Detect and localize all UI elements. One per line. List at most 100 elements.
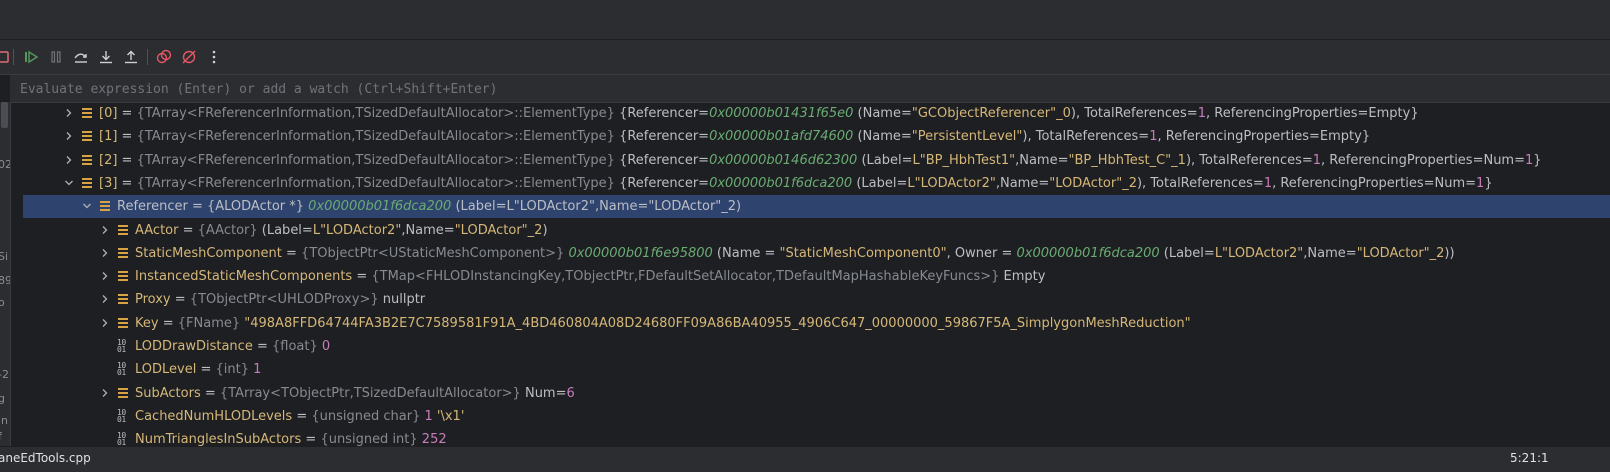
view-breakpoints-icon[interactable] (155, 48, 173, 66)
tree-row-text: InstancedStaticMeshComponents = {TMap<FH… (135, 265, 1045, 288)
value-segment: {TArray<FReferencerInformation,TSizedDef… (136, 153, 620, 168)
tree-row[interactable]: [1] = {TArray<FReferencerInformation,TSi… (11, 125, 1610, 148)
chevron-right-icon[interactable] (99, 293, 111, 305)
evaluate-expression-input[interactable] (18, 75, 1582, 103)
value-segment: L"LODActor2" (1214, 246, 1304, 261)
tree-row[interactable]: Proxy = {TObjectPtr<UHLODProxy>} nullptr (11, 288, 1610, 311)
tree-row-text: NumTrianglesInSubActors = {unsigned int}… (135, 428, 447, 446)
chevron-right-icon[interactable] (63, 130, 75, 142)
value-segment: (Name= (853, 129, 912, 144)
tree-row-text: SubActors = {TArray<TObjectPtr,TSizedDef… (135, 382, 575, 405)
value-segment: CachedNumHLODLevels (135, 409, 293, 424)
value-segment: [1] (99, 129, 118, 144)
chevron-right-icon[interactable] (99, 247, 111, 259)
status-file-name[interactable]: aneEdTools.cpp (0, 451, 91, 465)
tree-row[interactable]: SubActors = {TArray<TObjectPtr,TSizedDef… (11, 382, 1610, 405)
value-segment: Empty (1003, 269, 1046, 284)
chevron-right-icon[interactable] (63, 154, 75, 166)
value-segment: = (117, 176, 137, 191)
value-segment: {unsigned int} (320, 432, 422, 446)
value-segment: Key (135, 316, 159, 331)
step-into-icon[interactable] (97, 48, 115, 66)
value-segment: = (196, 362, 216, 377)
clipped-text: g (0, 392, 5, 405)
left-scrollbar-thumb[interactable] (1, 102, 8, 128)
clipped-text: f (0, 430, 2, 443)
value-segment: 0x00000b0146d62300 (709, 153, 858, 168)
tree-row-text: StaticMeshComponent = {TObjectPtr<UStati… (135, 242, 1455, 265)
value-segment: , ReferencingProperties=Empty} (1205, 106, 1419, 121)
primitive-field-icon: 10 01 (117, 338, 126, 354)
tree-row[interactable]: Key = {FName} "498A8FFD64744FA3B2E7C7589… (11, 312, 1610, 335)
value-segment: {float} (272, 339, 322, 354)
tree-row-text: AActor = {AActor} (Label=L"LODActor2",Na… (135, 219, 548, 242)
value-segment: {TMap<FHLODInstancingKey,TObjectPtr,FDef… (371, 269, 1004, 284)
more-options-icon[interactable] (205, 48, 223, 66)
tree-row[interactable]: 10 01 LODDrawDistance = {float} 0 (11, 335, 1610, 358)
value-segment: L"BP_HbhTest1" (912, 153, 1016, 168)
tree-row-text: [3] = {TArray<FReferencerInformation,TSi… (99, 172, 1493, 195)
step-out-icon[interactable] (122, 48, 140, 66)
value-segment: 0x00000b01f6dca200 (709, 176, 853, 191)
value-segment: SubActors (135, 386, 201, 401)
value-segment: "GCObjectReferencer"_0 (911, 106, 1071, 121)
mute-breakpoints-icon[interactable] (180, 48, 198, 66)
value-segment: (Label=L"LODActor2",Name="LODActor"_2) (451, 199, 742, 214)
chevron-right-icon[interactable] (99, 224, 111, 236)
tree-row[interactable]: InstancedStaticMeshComponents = {TMap<FH… (11, 265, 1610, 288)
clipped-text: -2 (0, 368, 9, 381)
chevron-down-icon[interactable] (81, 200, 93, 212)
value-segment: {int} (215, 362, 254, 377)
value-segment: ), TotalReferences= (1070, 106, 1198, 121)
chevron-right-icon[interactable] (99, 317, 111, 329)
value-segment: ,Name= (995, 176, 1050, 191)
value-segment: 6 (566, 386, 575, 401)
chevron-down-icon[interactable] (63, 177, 75, 189)
object-field-icon (117, 387, 129, 400)
value-segment: 0 (321, 339, 331, 354)
object-field-icon (81, 177, 93, 190)
tree-row[interactable]: StaticMeshComponent = {TObjectPtr<UStati… (11, 242, 1610, 265)
step-over-icon[interactable] (72, 48, 90, 66)
tree-row[interactable]: AActor = {AActor} (Label=L"LODActor2",Na… (11, 219, 1610, 242)
value-segment: 0x00000b01afd74600 (709, 129, 854, 144)
value-segment: "LODActor"_2 (1049, 176, 1137, 191)
value-segment: (Label= (261, 223, 313, 238)
toolbar-separator (147, 49, 148, 65)
tree-row[interactable]: 10 01 CachedNumHLODLevels = {unsigned char… (11, 405, 1610, 428)
tree-row[interactable]: 10 01 NumTrianglesInSubActors = {unsigned … (11, 428, 1610, 447)
value-segment: "498A8FFD64744FA3B2E7C7589581F91A_4BD460… (244, 316, 1191, 331)
object-field-icon (81, 154, 93, 167)
tree-row-text: [0] = {TArray<FReferencerInformation,TSi… (99, 102, 1419, 125)
value-segment: AActor (135, 223, 179, 238)
status-caret-position[interactable]: 5:21:1 (1510, 451, 1549, 465)
value-segment: 0x00000b01f6dca200 (1016, 246, 1160, 261)
tree-row[interactable]: [2] = {TArray<FReferencerInformation,TSi… (11, 149, 1610, 172)
value-segment: 0x00000b01f6dca200 (308, 199, 452, 214)
status-bar: aneEdTools.cpp 5:21:1 (0, 446, 1610, 472)
object-field-icon (117, 317, 129, 330)
resume-program-icon[interactable] (22, 48, 40, 66)
tree-row[interactable]: [3] = {TArray<FReferencerInformation,TSi… (11, 172, 1610, 195)
chevron-right-icon[interactable] (99, 270, 111, 282)
chevron-right-icon[interactable] (63, 107, 75, 119)
stop-icon[interactable] (0, 48, 12, 66)
value-segment: ) (542, 223, 548, 238)
value-segment: StaticMeshComponent (135, 246, 282, 261)
tree-row-selected[interactable]: Referencer = {ALODActor *} 0x00000b01f6d… (23, 195, 1610, 218)
value-segment: = (158, 316, 178, 331)
value-segment: NumTrianglesInSubActors (135, 432, 302, 446)
value-segment: Referencer = {ALODActor *} (117, 199, 309, 214)
value-segment: {TObjectPtr<UStaticMeshComponent>} (301, 246, 569, 261)
value-segment: } (1484, 176, 1493, 191)
tree-row[interactable]: 10 01 LODLevel = {int} 1 (11, 358, 1610, 381)
tree-row[interactable]: [0] = {TArray<FReferencerInformation,TSi… (11, 102, 1610, 125)
chevron-right-icon[interactable] (99, 387, 111, 399)
value-segment: 0x00000b01f6e95800 (568, 246, 713, 261)
value-segment: 1 (1312, 153, 1322, 168)
pause-program-icon[interactable] (47, 48, 65, 66)
value-segment: (Label= (852, 176, 908, 191)
object-field-icon (117, 270, 129, 283)
value-segment: = (352, 269, 372, 284)
value-segment: , ReferencingProperties=Num= (1272, 176, 1477, 191)
